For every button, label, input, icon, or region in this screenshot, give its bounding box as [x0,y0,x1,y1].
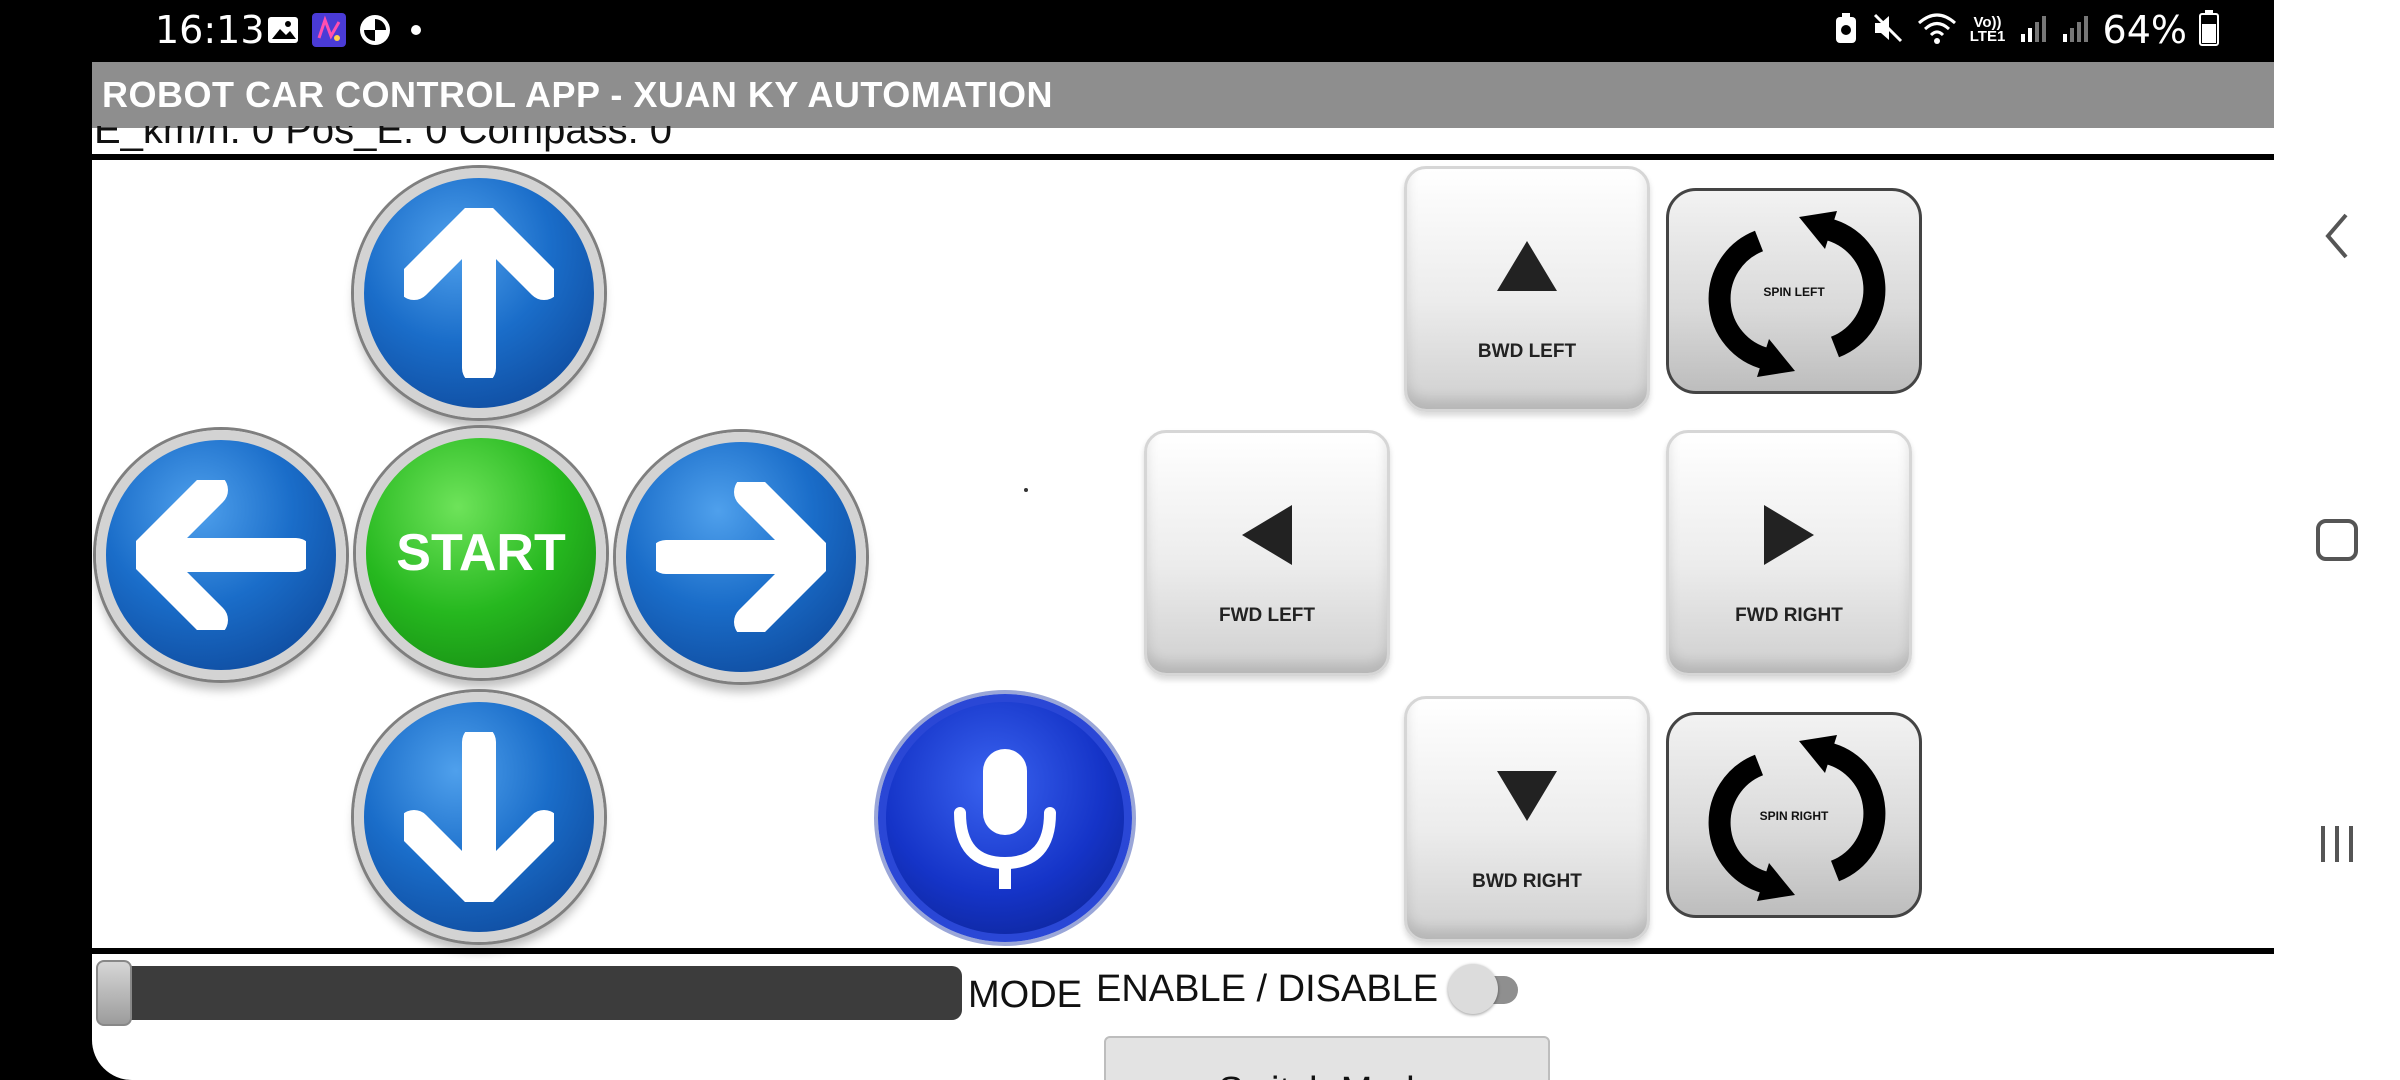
battery-icon [2199,9,2219,51]
back-chevron-icon [2325,213,2348,259]
start-button[interactable]: START [356,428,606,678]
status-time: 16:13 [155,8,265,52]
bwd-left-label: BWD LEFT [1477,341,1577,362]
fwd-right-label: FWD RIGHT [1735,605,1843,626]
fwd-left-button[interactable]: FWD LEFT [1144,430,1390,676]
notification-icons [265,12,421,48]
backward-button[interactable] [354,692,604,942]
bwd-left-button[interactable]: BWD LEFT [1404,166,1650,412]
spin-right-label: SPIN RIGHT [1759,809,1829,823]
switch-mode-button[interactable]: Switch Mode [1104,1036,1550,1080]
microphone-icon [954,749,1056,889]
bwd-right-button[interactable]: BWD RIGHT [1404,696,1650,942]
triangle-down-icon [1407,769,1647,823]
voice-command-button[interactable] [878,694,1132,942]
arrow-right-icon [656,482,826,632]
home-button[interactable] [2274,510,2400,570]
triangle-up-icon [1407,239,1647,293]
left-button[interactable] [96,430,346,680]
triangle-right-icon [1669,503,1909,567]
mode-label: MODE [968,974,1082,1016]
wifi-icon [1917,11,1957,50]
telemetry-text: E_km/h: 0 Pos_E: 0 Compass: 0 [94,126,673,152]
gallery-icon [265,12,301,48]
status-bar: 16:13 Vo)) LTE1 64% [0,0,2274,62]
triangle-left-icon [1147,503,1387,567]
signal-1-icon [2019,12,2049,49]
recents-button[interactable] [2274,814,2400,874]
network-type-label: Vo)) LTE1 [1969,14,2006,45]
arrow-up-icon [404,208,554,378]
more-notifications-dot [411,25,421,35]
start-label: START [396,524,566,582]
spin-right-button[interactable]: SPIN RIGHT [1666,712,1922,918]
home-square-icon [2316,519,2358,561]
enable-toggle[interactable] [1448,964,1520,1014]
bwd-right-label: BWD RIGHT [1472,871,1582,892]
forward-button[interactable] [354,168,604,418]
alarm-icon [1833,11,1859,50]
fwd-left-label: FWD LEFT [1218,605,1316,626]
title-bar: ROBOT CAR CONTROL APP - XUAN KY AUTOMATI… [92,62,2274,128]
bottom-divider [92,948,2274,954]
top-divider [92,154,2274,160]
center-dot [1024,488,1028,492]
enable-disable-label: ENABLE / DISABLE [1096,968,1439,1010]
fwd-right-button[interactable]: FWD RIGHT [1666,430,1912,676]
signal-2-icon [2061,12,2091,49]
spin-left-label: SPIN LEFT [1763,285,1825,299]
back-button[interactable] [2274,206,2400,266]
speed-slider[interactable] [96,960,962,1026]
spin-left-button[interactable]: SPIN LEFT [1666,188,1922,394]
toggle-knob [1448,964,1498,1014]
app-icon [311,12,347,48]
right-button[interactable] [616,432,866,682]
system-status: Vo)) LTE1 64% [1833,8,2219,52]
switch-mode-label: Switch Mode [1106,1070,1548,1080]
arrow-down-icon [404,732,554,902]
sync-icon [357,12,393,48]
speed-slider-thumb[interactable] [96,960,132,1026]
phone-screen: 16:13 Vo)) LTE1 64% ROBOT CAR CONTROL AP… [0,0,2400,1080]
navigation-bar [2274,0,2400,1080]
arrow-left-icon [136,480,306,630]
app-title: ROBOT CAR CONTROL APP - XUAN KY AUTOMATI… [102,74,1054,115]
app-window: ROBOT CAR CONTROL APP - XUAN KY AUTOMATI… [92,62,2274,1080]
mute-icon [1871,11,1905,50]
battery-percent: 64% [2102,8,2187,52]
recents-icon [2321,826,2353,862]
